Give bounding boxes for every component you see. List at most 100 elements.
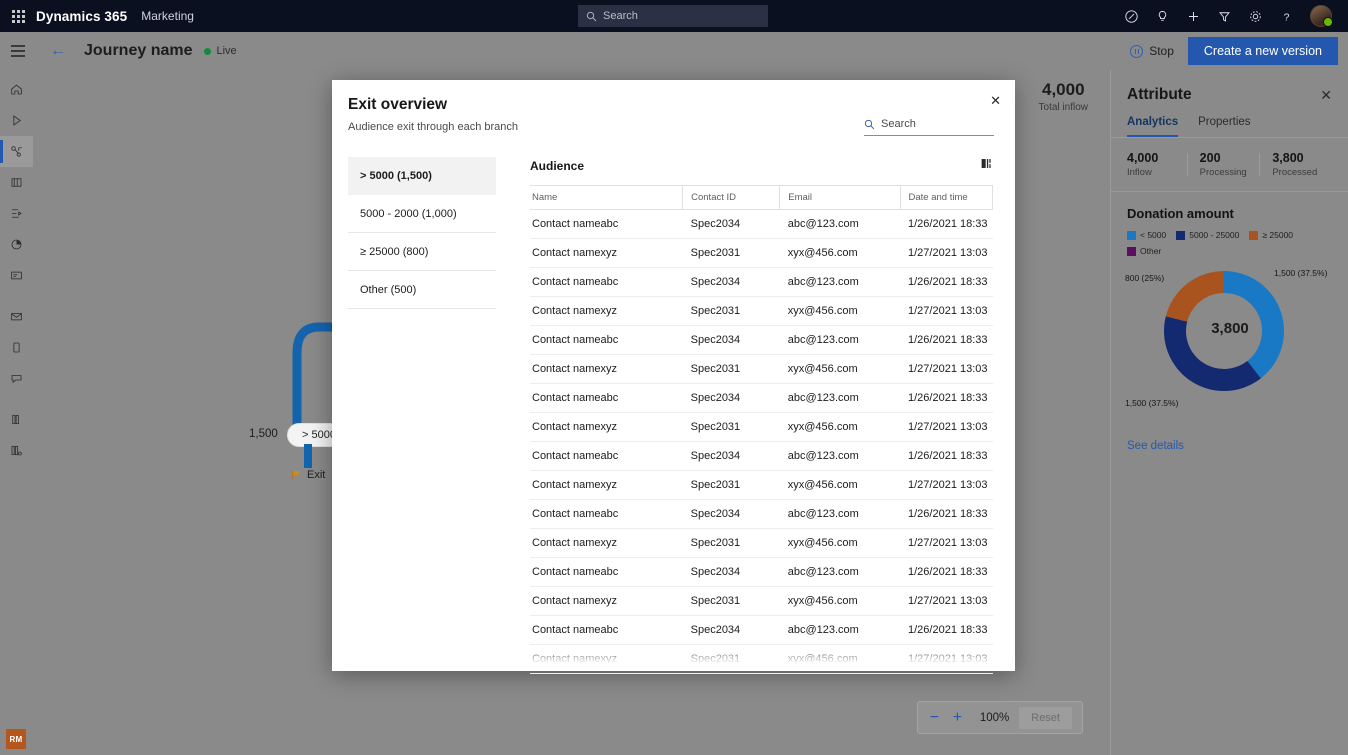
sidebar-item-mobile[interactable] bbox=[0, 332, 33, 363]
table-row[interactable]: Contact namexyzSpec2031xyx@456.com1/27/2… bbox=[530, 412, 993, 442]
table-cell: abc@123.com bbox=[779, 615, 900, 645]
play-icon bbox=[13, 115, 21, 126]
branch-item[interactable]: Other (500) bbox=[348, 271, 496, 309]
user-avatar[interactable] bbox=[1310, 5, 1333, 27]
table-cell: Contact nameabc bbox=[530, 499, 683, 529]
table-cell: Spec2034 bbox=[682, 441, 780, 471]
rail-user-badge[interactable]: RM bbox=[6, 729, 26, 749]
dialog-subtitle: Audience exit through each branch bbox=[348, 121, 519, 133]
status-badge-label: Live bbox=[216, 45, 237, 57]
table-cell: Contact nameabc bbox=[530, 383, 683, 413]
table-fade-overlay bbox=[530, 645, 993, 671]
table-row[interactable]: Contact nameabc Spec2034 abc@123.com 1/26/2… bbox=[530, 615, 993, 645]
audience-title: Audience bbox=[530, 159, 585, 173]
table-cell: abc@123.com bbox=[779, 267, 900, 297]
branch-item[interactable]: ≥ 25000 (800) bbox=[348, 233, 496, 271]
zoom-in-button[interactable]: + bbox=[951, 709, 964, 726]
table-row[interactable]: Contact nameabc Spec2034 abc@123.com 1/26/2… bbox=[530, 325, 993, 355]
gear-icon[interactable] bbox=[1248, 9, 1263, 24]
global-search-placeholder: Search bbox=[603, 10, 638, 22]
table-row[interactable]: Contact namexyzSpec2031xyx@456.com1/27/2… bbox=[530, 528, 993, 558]
table-row[interactable]: Contact nameabc Spec2034 abc@123.com 1/26/2… bbox=[530, 209, 993, 239]
table-row[interactable]: Contact nameabc Spec2034 abc@123.com 1/26/2… bbox=[530, 557, 993, 587]
filter-icon[interactable] bbox=[1217, 9, 1232, 24]
attribute-panel: Attribute ✕ Analytics Properties 4,000 I… bbox=[1110, 70, 1348, 755]
user-initials: RM bbox=[6, 729, 26, 749]
sidebar-item-email[interactable] bbox=[0, 301, 33, 332]
table-row[interactable]: Contact namexyzSpec2031xyx@456.com1/27/2… bbox=[530, 296, 993, 326]
column-header-contact-id[interactable]: Contact ID bbox=[682, 185, 781, 210]
column-options-icon[interactable] bbox=[980, 157, 993, 175]
stop-icon bbox=[1130, 44, 1144, 58]
column-header-date-and-time[interactable]: Date and time bbox=[900, 185, 993, 210]
table-cell: abc@123.com bbox=[779, 499, 900, 529]
dialog-search-input[interactable]: Search bbox=[864, 118, 994, 136]
menu-toggle-icon[interactable] bbox=[0, 32, 36, 70]
dialog-title: Exit overview bbox=[348, 96, 448, 113]
table-row[interactable]: Contact namexyzSpec2031xyx@456.com1/27/2… bbox=[530, 354, 993, 384]
table-cell: 1/27/2021 13:03 bbox=[900, 470, 993, 500]
table-row[interactable]: Contact namexyzSpec2031xyx@456.com1/27/2… bbox=[530, 586, 993, 616]
table-cell: Spec2031 bbox=[682, 296, 780, 326]
sidebar-item-flows[interactable] bbox=[0, 198, 33, 229]
column-header-name[interactable]: Name bbox=[530, 185, 684, 210]
donut-center-label: 3,800 bbox=[1211, 320, 1249, 337]
table-row[interactable]: Contact namexyzSpec2031xyx@456.com1/27/2… bbox=[530, 238, 993, 268]
flag-icon bbox=[292, 470, 300, 480]
sidebar-item-segments[interactable] bbox=[0, 167, 33, 198]
dialog-close-icon[interactable]: ✕ bbox=[990, 94, 1001, 107]
table-cell: Spec2034 bbox=[682, 325, 780, 355]
column-header-email[interactable]: Email bbox=[779, 185, 901, 210]
legend-item: 5000 - 25000 bbox=[1176, 230, 1239, 240]
table-cell: 1/26/2021 18:33 bbox=[900, 615, 993, 645]
sidebar-item-settings[interactable] bbox=[0, 435, 33, 466]
audience-table-head: Name Contact ID Email Date and time bbox=[530, 185, 993, 210]
close-icon[interactable]: ✕ bbox=[1320, 88, 1332, 102]
branch-item[interactable]: > 5000 (1,500) bbox=[348, 157, 496, 195]
branch-item[interactable]: 5000 - 2000 (1,000) bbox=[348, 195, 496, 233]
sidebar-item-forms[interactable] bbox=[0, 260, 33, 291]
global-search-input[interactable]: Search bbox=[578, 5, 768, 27]
left-rail: RM bbox=[0, 70, 33, 755]
sidebar-item-library[interactable] bbox=[0, 404, 33, 435]
sidebar-item-home[interactable] bbox=[0, 74, 33, 105]
zoom-reset-button[interactable]: Reset bbox=[1019, 706, 1072, 729]
sidebar-item-messages[interactable] bbox=[0, 363, 33, 394]
table-cell: Contact nameabc bbox=[530, 267, 683, 297]
legend-swatch bbox=[1127, 246, 1136, 256]
lightbulb-icon[interactable] bbox=[1155, 9, 1170, 24]
create-new-version-button[interactable]: Create a new version bbox=[1187, 37, 1338, 65]
table-cell: Contact namexyz bbox=[530, 296, 683, 326]
tab-properties[interactable]: Properties bbox=[1198, 116, 1250, 137]
table-row[interactable]: Contact nameabc Spec2034 abc@123.com 1/26/2… bbox=[530, 499, 993, 529]
plus-icon[interactable] bbox=[1186, 9, 1201, 24]
table-cell: 1/26/2021 18:33 bbox=[900, 499, 993, 529]
tab-analytics[interactable]: Analytics bbox=[1127, 116, 1179, 137]
see-details-link[interactable]: See details bbox=[1111, 440, 1348, 452]
table-cell: 1/26/2021 18:33 bbox=[900, 557, 993, 587]
sidebar-item-analytics[interactable] bbox=[0, 229, 33, 260]
table-cell: 1/26/2021 18:33 bbox=[900, 325, 993, 355]
table-row[interactable]: Contact nameabc Spec2034 abc@123.com 1/26/2… bbox=[530, 267, 993, 297]
table-row[interactable]: Contact nameabc Spec2034 abc@123.com 1/26/2… bbox=[530, 383, 993, 413]
table-cell: xyx@456.com bbox=[779, 238, 900, 268]
table-row[interactable]: Contact nameabc Spec2034 abc@123.com 1/26/2… bbox=[530, 441, 993, 471]
pencil-icon[interactable] bbox=[1124, 9, 1139, 24]
stop-button[interactable]: Stop bbox=[1130, 44, 1174, 58]
donut-slice[interactable] bbox=[1165, 271, 1224, 322]
brand-name: Dynamics 365 bbox=[36, 8, 128, 24]
back-arrow-icon[interactable]: ← bbox=[50, 43, 66, 59]
form-icon bbox=[11, 271, 22, 280]
table-cell: Contact namexyz bbox=[530, 586, 683, 616]
table-row[interactable]: Contact namexyzSpec2031xyx@456.com1/27/2… bbox=[530, 470, 993, 500]
sidebar-item-journeys[interactable] bbox=[0, 136, 33, 167]
stop-button-label: Stop bbox=[1149, 44, 1174, 58]
donation-amount-heading: Donation amount bbox=[1127, 206, 1234, 221]
app-launcher-icon[interactable] bbox=[0, 0, 36, 32]
zoom-out-button[interactable]: − bbox=[928, 709, 941, 726]
total-inflow-stat: 4,000 Total inflow bbox=[1039, 80, 1088, 113]
help-icon[interactable]: ? bbox=[1279, 9, 1294, 24]
donut-label-1: 1,500 (37.5%) bbox=[1125, 398, 1179, 408]
sidebar-item-play[interactable] bbox=[0, 105, 33, 136]
exit-node[interactable]: Exit bbox=[291, 469, 325, 481]
